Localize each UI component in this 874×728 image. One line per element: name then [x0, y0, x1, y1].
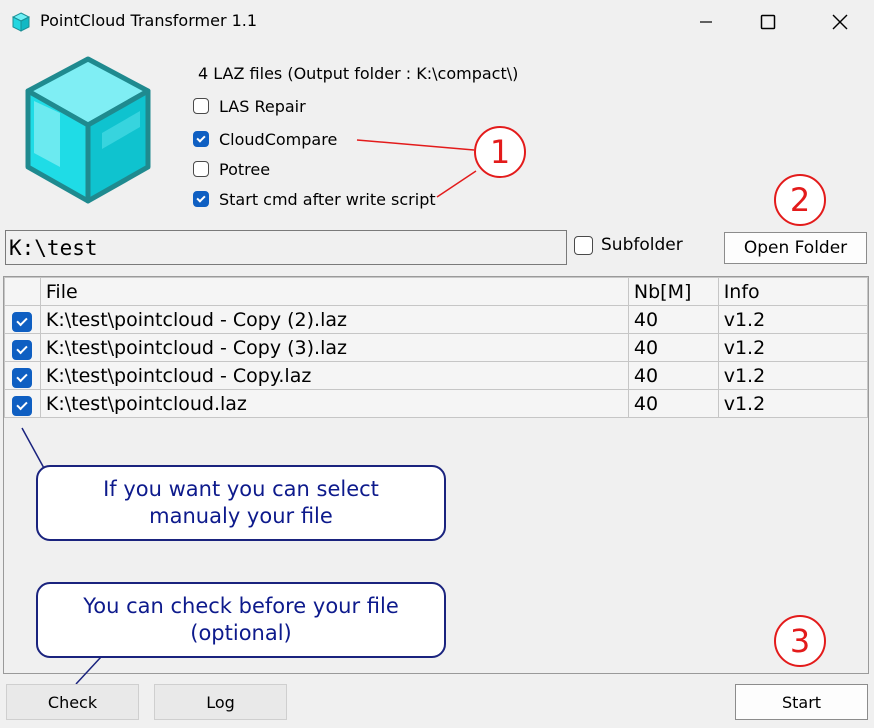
row-checkbox[interactable]: [12, 339, 33, 360]
table-row[interactable]: K:\test\pointcloud - Copy (2).laz 40 v1.…: [4, 305, 869, 334]
option-las-repair[interactable]: LAS Repair: [193, 95, 306, 117]
nb-cell: 40: [627, 305, 719, 334]
row-select-cell[interactable]: [4, 333, 41, 362]
title-bar: PointCloud Transformer 1.1: [0, 0, 874, 44]
check-button[interactable]: Check: [6, 684, 139, 720]
nb-cell: 40: [627, 361, 719, 390]
start-button[interactable]: Start: [735, 684, 868, 720]
option-label: LAS Repair: [219, 96, 306, 116]
callout-select-files: If you want you can select manualy your …: [36, 465, 446, 541]
log-button[interactable]: Log: [154, 684, 287, 720]
file-column-header[interactable]: File: [39, 277, 629, 306]
files-summary: 4 LAZ files (Output folder : K:\compact\…: [198, 64, 519, 83]
option-label: CloudCompare: [219, 129, 338, 149]
option-cloudcompare[interactable]: CloudCompare: [193, 128, 337, 150]
info-cell: v1.2: [717, 389, 869, 418]
open-folder-button[interactable]: Open Folder: [724, 232, 867, 264]
row-checkbox[interactable]: [12, 367, 33, 388]
option-label: Potree: [219, 159, 271, 179]
row-checkbox[interactable]: [12, 395, 33, 416]
maximize-icon: [760, 14, 776, 30]
step-marker-3: 3: [774, 615, 826, 667]
checkbox[interactable]: [193, 191, 209, 207]
option-potree[interactable]: Potree: [193, 158, 270, 180]
folder-path-input[interactable]: [5, 230, 567, 265]
callout-text: You can check before your file (optional…: [83, 594, 399, 645]
close-button[interactable]: [810, 0, 870, 44]
subfolder-option[interactable]: Subfolder: [574, 235, 683, 255]
cube-logo: [25, 56, 151, 204]
table-header-row: File Nb[M] Info: [4, 277, 869, 306]
row-select-cell[interactable]: [4, 361, 41, 390]
nb-cell: 40: [627, 333, 719, 362]
info-column-header[interactable]: Info: [717, 277, 869, 306]
file-cell: K:\test\pointcloud - Copy (3).laz: [39, 333, 629, 362]
table-row[interactable]: K:\test\pointcloud.laz 40 v1.2: [4, 389, 869, 418]
pointer-line-cloudcompare: [356, 139, 475, 151]
checkbox[interactable]: [574, 235, 593, 255]
info-cell: v1.2: [717, 361, 869, 390]
option-label: Start cmd after write script: [219, 189, 436, 209]
info-cell: v1.2: [717, 333, 869, 362]
info-cell: v1.2: [717, 305, 869, 334]
minimize-icon: [700, 21, 712, 23]
callout-check-files: You can check before your file (optional…: [36, 582, 446, 658]
row-select-cell[interactable]: [4, 305, 41, 334]
minimize-button[interactable]: [676, 0, 736, 44]
row-checkbox[interactable]: [12, 311, 33, 332]
option-start-cmd[interactable]: Start cmd after write script: [193, 188, 436, 210]
table-row[interactable]: K:\test\pointcloud - Copy.laz 40 v1.2: [4, 361, 869, 390]
file-table: File Nb[M] Info K:\test\pointcloud - Cop…: [4, 277, 869, 418]
step-marker-1: 1: [474, 126, 526, 178]
row-select-cell[interactable]: [4, 389, 41, 418]
checkbox[interactable]: [193, 98, 209, 114]
file-cell: K:\test\pointcloud - Copy (2).laz: [39, 305, 629, 334]
window-title: PointCloud Transformer 1.1: [40, 11, 258, 30]
file-cell: K:\test\pointcloud.laz: [39, 389, 629, 418]
checkbox[interactable]: [193, 131, 209, 147]
select-column-header: [4, 277, 41, 306]
nb-cell: 40: [627, 389, 719, 418]
step-marker-2: 2: [774, 174, 826, 226]
subfolder-label: Subfolder: [601, 235, 683, 255]
file-cell: K:\test\pointcloud - Copy.laz: [39, 361, 629, 390]
checkbox[interactable]: [193, 161, 209, 177]
pointer-line-start-cmd: [436, 170, 477, 198]
table-row[interactable]: K:\test\pointcloud - Copy (3).laz 40 v1.…: [4, 333, 869, 362]
maximize-button[interactable]: [738, 0, 798, 44]
close-icon: [832, 14, 848, 30]
cube-app-icon: [12, 12, 30, 32]
callout-text: If you want you can select manualy your …: [103, 477, 379, 528]
nb-column-header[interactable]: Nb[M]: [627, 277, 719, 306]
